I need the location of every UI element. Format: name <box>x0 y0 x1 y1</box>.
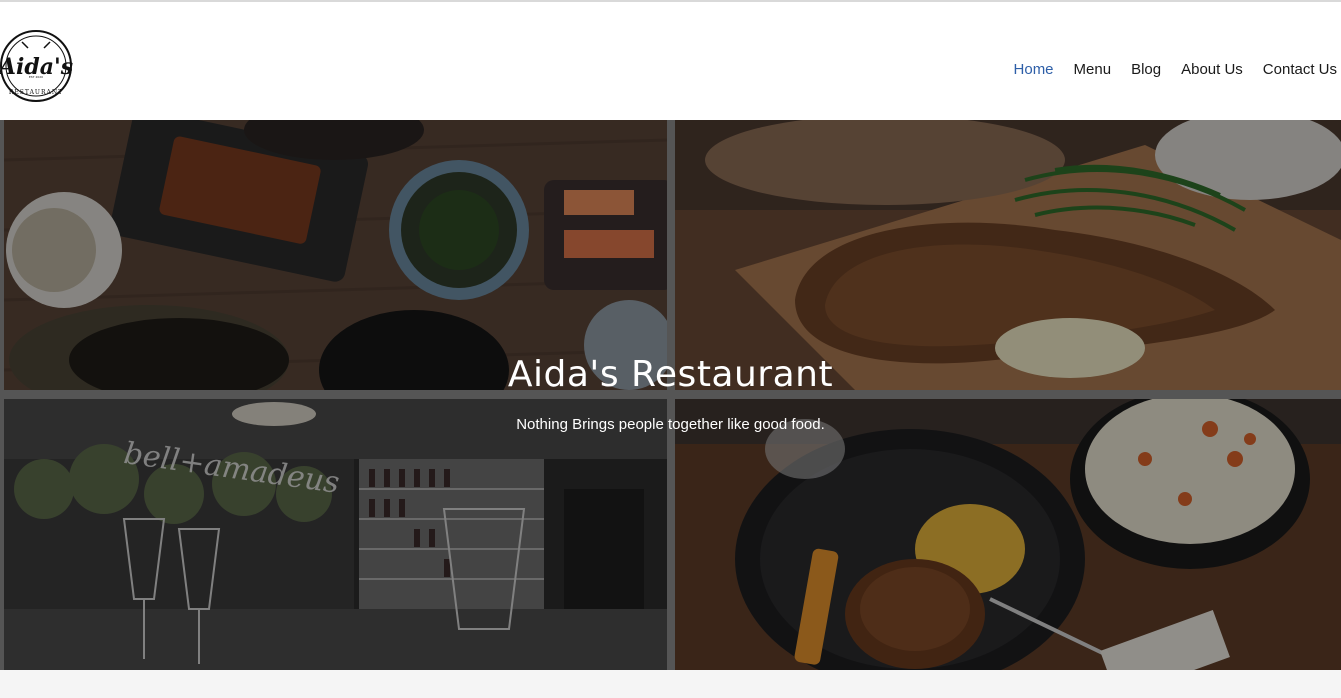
nav-about-us[interactable]: About Us <box>1171 60 1253 80</box>
logo-emblem-icon: Aida's EST 2020 RESTAURANT <box>0 30 73 102</box>
logo-est: EST 2020 <box>29 75 43 79</box>
below-hero-strip <box>0 670 1341 698</box>
nav-contact-us[interactable]: Contact Us <box>1253 60 1337 80</box>
grilled-pork-chop-photo <box>675 120 1341 390</box>
hero-banner: bell+amadeus Aida's Restaurant Nothing B… <box>0 120 1341 670</box>
site-header: Aida's EST 2020 RESTAURANT Home Menu Blo… <box>0 2 1341 120</box>
nav-home[interactable]: Home <box>1004 60 1064 80</box>
overhead-dishes-photo <box>4 120 667 390</box>
main-nav: Home Menu Blog About Us Contact Us <box>1004 60 1337 80</box>
logo-subtext: RESTAURANT <box>9 89 63 96</box>
nav-blog[interactable]: Blog <box>1121 60 1171 80</box>
nav-menu[interactable]: Menu <box>1064 60 1122 80</box>
hero-title: Aida's Restaurant <box>507 354 834 395</box>
site-logo[interactable]: Aida's EST 2020 RESTAURANT <box>0 28 74 106</box>
plated-entree-photo <box>675 399 1341 670</box>
restaurant-interior-photo: bell+amadeus <box>4 399 667 670</box>
hero-subtitle: Nothing Brings people together like good… <box>516 416 825 433</box>
